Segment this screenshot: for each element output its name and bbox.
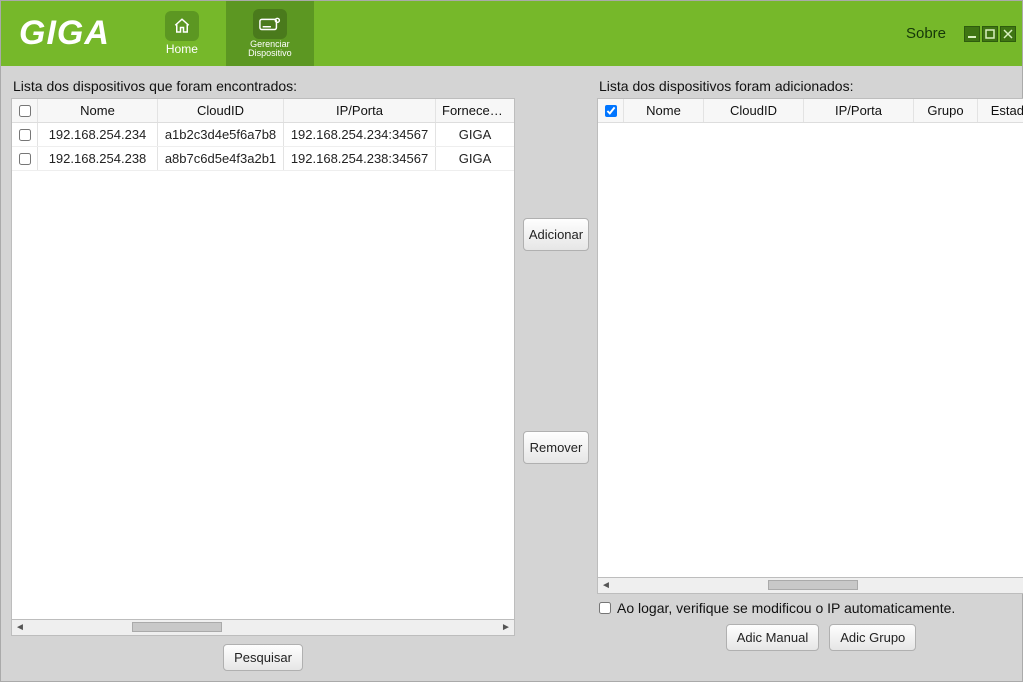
col-nome[interactable]: Nome: [38, 99, 158, 122]
auto-ip-label: Ao logar, verifique se modificou o IP au…: [617, 600, 955, 616]
added-select-all[interactable]: [598, 99, 624, 122]
nav-manage-label2: Dispositivo: [248, 49, 292, 58]
cell-ipporta: 192.168.254.238:34567: [284, 147, 436, 170]
main-content: Lista dos dispositivos que foram encontr…: [1, 66, 1022, 681]
found-select-all[interactable]: [12, 99, 38, 122]
found-table-body: 192.168.254.234a1b2c3d4e5f6a7b8192.168.2…: [12, 123, 514, 619]
added-devices-panel: Lista dos dispositivos foram adicionados…: [597, 78, 1023, 671]
app-window: GIGA Home Gerenciar: [0, 0, 1023, 682]
brand-logo: GIGA: [1, 1, 128, 66]
found-devices-table: Nome CloudID IP/Porta Fornecedor 192.168…: [11, 98, 515, 620]
search-button[interactable]: Pesquisar: [223, 644, 303, 671]
found-devices-title: Lista dos dispositivos que foram encontr…: [11, 78, 515, 94]
nav-manage-device[interactable]: Gerenciar Dispositivo: [226, 1, 314, 66]
auto-ip-row: Ao logar, verifique se modificou o IP au…: [599, 600, 1023, 616]
col-ipporta[interactable]: IP/Porta: [284, 99, 436, 122]
cell-ipporta: 192.168.254.234:34567: [284, 123, 436, 146]
table-row[interactable]: 192.168.254.238a8b7c6d5e4f3a2b1192.168.2…: [12, 147, 514, 171]
remove-button[interactable]: Remover: [523, 431, 589, 464]
col-cloudid[interactable]: CloudID: [158, 99, 284, 122]
app-header: GIGA Home Gerenciar: [1, 1, 1022, 66]
minimize-button[interactable]: [964, 26, 980, 42]
scroll-thumb[interactable]: [132, 622, 222, 632]
transfer-buttons-panel: Adicionar Remover: [523, 78, 589, 671]
auto-ip-checkbox[interactable]: [599, 602, 611, 614]
found-select-all-checkbox[interactable]: [19, 105, 31, 117]
found-table-header: Nome CloudID IP/Porta Fornecedor: [12, 99, 514, 123]
col-ipporta-r[interactable]: IP/Porta: [804, 99, 914, 122]
found-hscrollbar[interactable]: ◄ ►: [11, 620, 515, 636]
cell-fornecedor: GIGA: [436, 123, 514, 146]
scroll-left-icon[interactable]: ◄: [12, 620, 28, 635]
nav-bar: Home Gerenciar Dispositivo: [138, 1, 314, 66]
scroll-right-icon[interactable]: ►: [498, 620, 514, 635]
window-buttons: [964, 26, 1016, 42]
added-table-header: Nome CloudID IP/Porta Grupo Estado: [598, 99, 1023, 123]
cell-nome: 192.168.254.238: [38, 147, 158, 170]
added-select-all-checkbox[interactable]: [605, 105, 617, 117]
home-icon: [165, 11, 199, 41]
about-link[interactable]: Sobre: [906, 25, 946, 42]
add-button[interactable]: Adicionar: [523, 218, 589, 251]
col-nome-r[interactable]: Nome: [624, 99, 704, 122]
row-checkbox[interactable]: [19, 129, 31, 141]
added-devices-title: Lista dos dispositivos foram adicionados…: [597, 78, 1023, 94]
added-hscrollbar[interactable]: ◄ ►: [597, 578, 1023, 594]
row-checkbox-cell[interactable]: [12, 147, 38, 170]
row-checkbox[interactable]: [19, 153, 31, 165]
row-checkbox-cell[interactable]: [12, 123, 38, 146]
added-devices-table: Nome CloudID IP/Porta Grupo Estado: [597, 98, 1023, 578]
found-bottom-row: Pesquisar: [11, 644, 515, 671]
device-icon: [253, 9, 287, 39]
add-group-button[interactable]: Adic Grupo: [829, 624, 916, 651]
close-button[interactable]: [1000, 26, 1016, 42]
found-devices-panel: Lista dos dispositivos que foram encontr…: [11, 78, 515, 671]
cell-fornecedor: GIGA: [436, 147, 514, 170]
cell-cloudid: a1b2c3d4e5f6a7b8: [158, 123, 284, 146]
maximize-button[interactable]: [982, 26, 998, 42]
added-table-body: [598, 123, 1023, 577]
add-manual-button[interactable]: Adic Manual: [726, 624, 820, 651]
header-right: Sobre: [906, 1, 1022, 66]
cell-cloudid: a8b7c6d5e4f3a2b1: [158, 147, 284, 170]
added-bottom-row: Adic Manual Adic Grupo: [597, 624, 1023, 651]
col-estado[interactable]: Estado: [978, 99, 1023, 122]
col-cloudid-r[interactable]: CloudID: [704, 99, 804, 122]
cell-nome: 192.168.254.234: [38, 123, 158, 146]
col-grupo[interactable]: Grupo: [914, 99, 978, 122]
table-row[interactable]: 192.168.254.234a1b2c3d4e5f6a7b8192.168.2…: [12, 123, 514, 147]
scroll-thumb[interactable]: [768, 580, 858, 590]
col-fornecedor[interactable]: Fornecedor: [436, 99, 514, 122]
nav-home-label: Home: [166, 42, 198, 56]
scroll-left-icon[interactable]: ◄: [598, 578, 614, 593]
brand-text: GIGA: [19, 14, 110, 53]
nav-home[interactable]: Home: [138, 1, 226, 66]
